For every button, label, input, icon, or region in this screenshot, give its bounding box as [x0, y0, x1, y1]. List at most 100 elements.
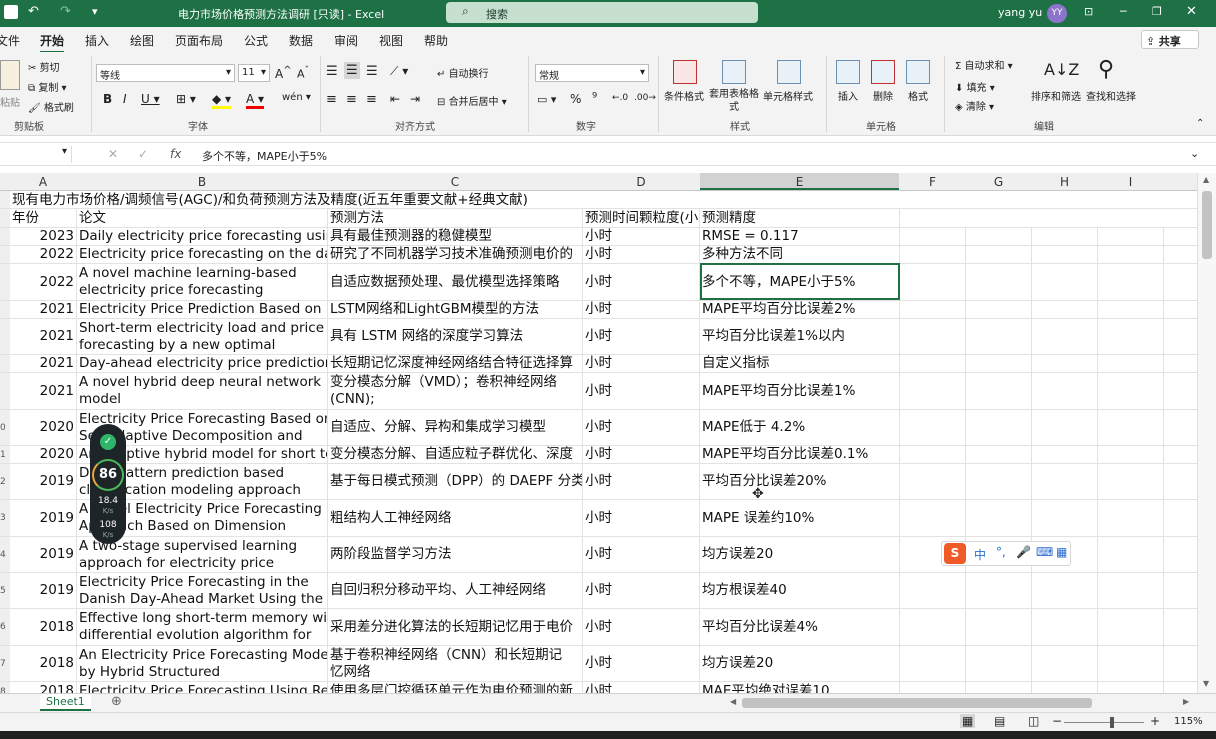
tab-home[interactable]: 开始 [40, 32, 65, 53]
cell-accuracy[interactable]: MAPE平均百分比误差0.1% [700, 446, 900, 463]
name-box[interactable]: ▾ [0, 146, 72, 163]
cell-year[interactable]: 2021 [10, 355, 77, 372]
cell-empty[interactable] [1098, 410, 1164, 445]
cell-accuracy[interactable]: 平均百分比误差1%以内 [700, 319, 900, 354]
header-granularity[interactable]: 预测时间颗粒度(小 [583, 209, 700, 227]
microphone-icon[interactable]: 🎤 [1016, 545, 1031, 559]
cell-empty[interactable] [1098, 301, 1164, 318]
column-header-c[interactable]: C [328, 175, 582, 189]
cell-empty[interactable] [966, 464, 1032, 499]
cell-method[interactable]: 具有 LSTM 网络的深度学习算法 [328, 319, 583, 354]
delete-cells-icon[interactable] [871, 60, 895, 84]
cell-paper[interactable]: Electricity Price Forecasting in the Dani… [77, 573, 328, 608]
column-header-g[interactable]: G [966, 175, 1031, 189]
cell-styles-icon[interactable] [777, 60, 801, 84]
avatar[interactable]: YY [1047, 4, 1067, 23]
cell-accuracy[interactable]: 多种方法不同 [700, 246, 900, 263]
ime-toolbar[interactable]: S 中 °, 🎤 ⌨ ▦ [941, 541, 1071, 566]
cell-method[interactable]: 基于每日模式预测（DPP）的 DAEPF 分类 [328, 464, 583, 499]
increase-font-icon[interactable]: A^ [275, 65, 292, 81]
scroll-left-icon[interactable]: ◀ [730, 697, 736, 706]
cell-year[interactable]: 2018 [10, 646, 77, 681]
horizontal-scroll-thumb[interactable] [742, 698, 1092, 708]
keyboard-icon[interactable]: ⌨ [1036, 545, 1053, 559]
column-header-e[interactable]: E [700, 173, 899, 190]
row-header[interactable]: 0 [0, 410, 10, 445]
cell-year[interactable]: 2020 [10, 446, 77, 463]
increase-decimal-icon[interactable]: ←.0 [612, 93, 628, 103]
cell-paper[interactable]: Electricity price forecasting on the day… [77, 246, 328, 263]
cell-empty[interactable] [1032, 301, 1098, 318]
punctuation-icon[interactable]: °, [996, 545, 1006, 559]
borders-icon[interactable]: ⊞ ▾ [176, 92, 196, 106]
cell-empty[interactable] [1098, 500, 1164, 536]
cell-method[interactable]: 变分模态分解（VMD）；卷积神经网络 (CNN); [328, 373, 583, 409]
scroll-thumb[interactable] [1202, 191, 1212, 259]
row-header[interactable]: 3 [0, 500, 10, 536]
cell-empty[interactable] [966, 646, 1032, 681]
cell-granularity[interactable]: 小时 [583, 410, 700, 445]
cancel-icon[interactable]: ✕ [108, 147, 118, 161]
cell-empty[interactable] [1098, 609, 1164, 645]
page-break-view-icon[interactable]: ◫ [1028, 714, 1039, 728]
toolbox-icon[interactable]: ▦ [1056, 545, 1067, 559]
cell-empty[interactable] [1032, 355, 1098, 372]
insert-cells-button[interactable]: 插入 [838, 88, 858, 103]
spreadsheet-grid[interactable]: 现有电力市场价格/调频信号(AGC)/和负荷预测方法及精度(近五年重要文献+经典… [0, 191, 1197, 696]
cell-empty[interactable] [1098, 573, 1164, 608]
search-box[interactable]: ⌕ 搜索 [446, 2, 758, 23]
insert-cells-icon[interactable] [836, 60, 860, 84]
cell-empty[interactable] [966, 319, 1032, 354]
underline-icon[interactable]: U ▾ [141, 92, 160, 106]
vertical-scrollbar[interactable]: ▲ ▼ [1197, 173, 1216, 693]
cell-empty[interactable] [900, 246, 966, 263]
header-year[interactable]: 年份 [10, 209, 77, 227]
cell-granularity[interactable]: 小时 [583, 646, 700, 681]
cell-empty[interactable] [1098, 464, 1164, 499]
format-cells-icon[interactable] [906, 60, 930, 84]
cell-method[interactable]: 自回归积分移动平均、人工神经网络 [328, 573, 583, 608]
header-accuracy[interactable]: 预测精度 [700, 209, 900, 227]
scroll-up-icon[interactable]: ▲ [1203, 175, 1209, 184]
cell-accuracy[interactable]: 自定义指标 [700, 355, 900, 372]
share-button[interactable]: ⇪ 共享 [1141, 30, 1199, 49]
zoom-slider[interactable] [1064, 722, 1144, 723]
cell-empty[interactable] [1098, 264, 1164, 300]
cell-paper[interactable]: Daily electricity price forecasting usin… [77, 228, 328, 245]
conditional-format-icon[interactable] [673, 60, 697, 84]
cell-method[interactable]: 两阶段监督学习方法 [328, 537, 583, 572]
cell-empty[interactable] [1032, 246, 1098, 263]
cut-button[interactable]: ✂ 剪切 [28, 59, 60, 74]
zoom-slider-thumb[interactable] [1110, 717, 1114, 728]
cell-empty[interactable] [1032, 500, 1098, 536]
align-right-icon[interactable]: ≡ [366, 92, 377, 107]
cell-empty[interactable] [900, 301, 966, 318]
cell-empty[interactable] [966, 264, 1032, 300]
row-header[interactable] [0, 301, 10, 318]
cell-granularity[interactable]: 小时 [583, 609, 700, 645]
find-select-button[interactable]: 查找和选择 [1086, 88, 1136, 103]
user-name[interactable]: yang yu [998, 6, 1042, 19]
cell-accuracy[interactable]: MAPE 误差约10% [700, 500, 900, 536]
format-as-table-icon[interactable] [722, 60, 746, 84]
fill-button[interactable]: ⬇ 填充 ▾ [955, 79, 995, 94]
cell-empty[interactable] [1098, 228, 1164, 245]
cell-empty[interactable] [1032, 264, 1098, 300]
paste-icon[interactable] [0, 60, 20, 90]
cell-year[interactable]: 2019 [10, 464, 77, 499]
cell-empty[interactable] [966, 246, 1032, 263]
cell-empty[interactable] [966, 609, 1032, 645]
row-header[interactable] [0, 191, 10, 208]
cell-empty[interactable] [900, 573, 966, 608]
cell-method[interactable]: 自适应数据预处理、最优模型选择策略 [328, 264, 583, 300]
cell-paper[interactable]: Day-ahead electricity price prediction a… [77, 355, 328, 372]
row-header[interactable]: 6 [0, 609, 10, 645]
row-header[interactable] [0, 228, 10, 245]
zoom-in-icon[interactable]: + [1150, 714, 1160, 728]
column-header-h[interactable]: H [1032, 175, 1097, 189]
cell-granularity[interactable]: 小时 [583, 301, 700, 318]
cell-granularity[interactable]: 小时 [583, 500, 700, 536]
cell-accuracy[interactable]: 均方误差20 [700, 646, 900, 681]
accounting-icon[interactable]: ▭ ▾ [537, 93, 556, 106]
cell-empty[interactable] [1098, 319, 1164, 354]
